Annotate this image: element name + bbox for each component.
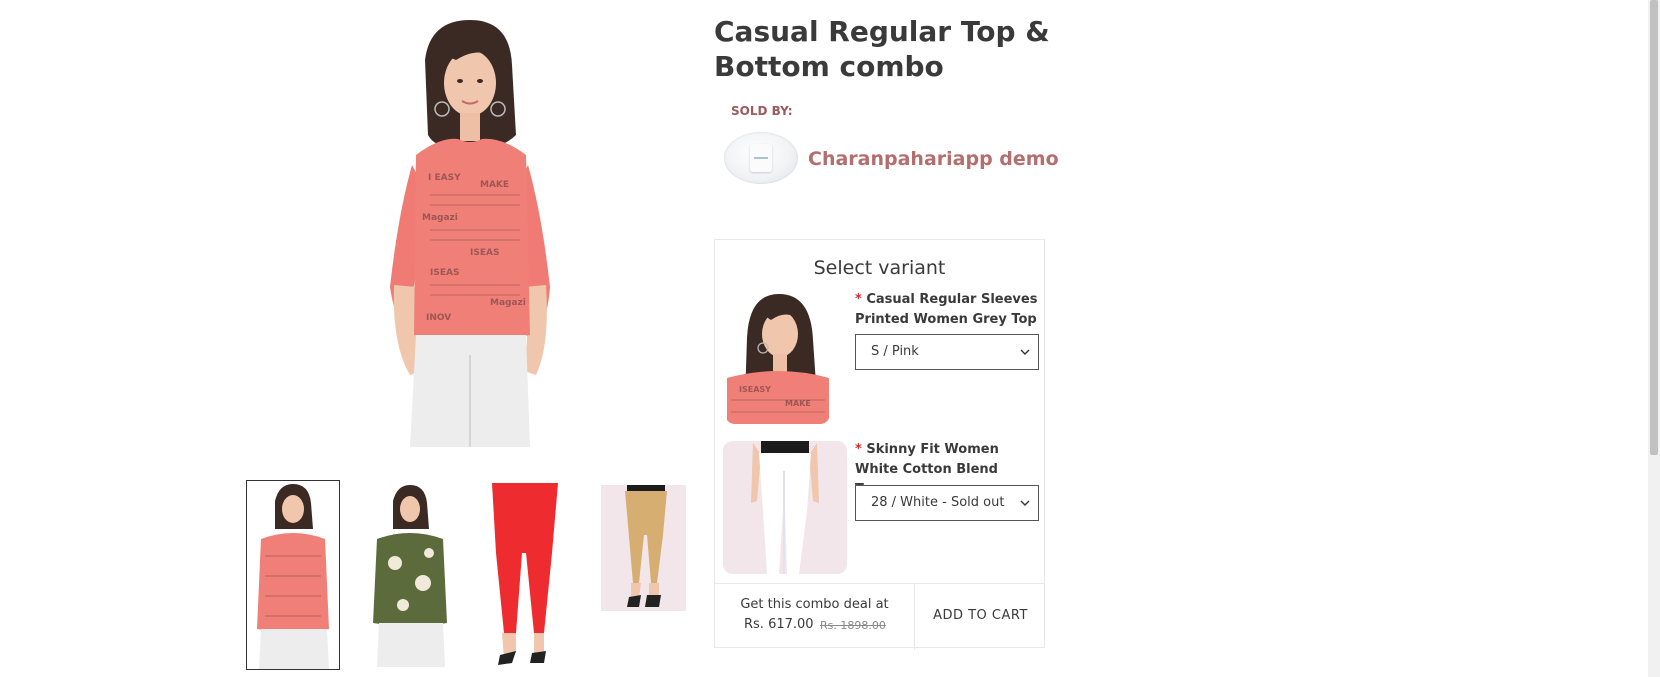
svg-text:ISEASY: ISEASY xyxy=(739,385,771,394)
chevron-down-icon xyxy=(1020,349,1030,355)
combo-deal-row: Get this combo deal at Rs. 617.00 Rs. 18… xyxy=(715,583,1044,650)
combo-price: Rs. 617.00 xyxy=(744,617,814,632)
svg-text:INOV: INOV xyxy=(426,313,451,323)
thumbnail-pink-top[interactable] xyxy=(246,480,340,670)
add-to-cart-button[interactable]: ADD TO CART xyxy=(915,584,1046,650)
thumbnail-green-top[interactable] xyxy=(367,483,452,667)
original-price: Rs. 1898.00 xyxy=(820,619,886,632)
svg-text:I EASY: I EASY xyxy=(428,173,461,183)
shopping-bag-icon xyxy=(750,144,772,172)
thumbnail-beige-trousers[interactable] xyxy=(601,485,686,611)
svg-text:ISEAS: ISEAS xyxy=(430,268,459,278)
svg-text:ISEAS: ISEAS xyxy=(470,248,499,258)
combo-deal-info: Get this combo deal at Rs. 617.00 Rs. 18… xyxy=(715,584,915,650)
seller-name-link[interactable]: Charanpahariapp demo xyxy=(808,148,1059,170)
svg-text:MAKE: MAKE xyxy=(480,180,509,190)
variant-name: Casual Regular Sleeves Printed Women Gre… xyxy=(855,292,1038,327)
chevron-down-icon xyxy=(1020,500,1030,506)
variant-image-top: ISEASY MAKE xyxy=(725,288,830,424)
variant-select-trousers[interactable]: 28 / White - Sold out xyxy=(855,485,1039,521)
variant-image-trousers xyxy=(723,441,847,574)
required-mark: * xyxy=(855,442,862,457)
select-value: S / Pink xyxy=(871,344,919,359)
required-mark: * xyxy=(855,292,862,307)
sold-by-label: SOLD BY: xyxy=(731,104,793,118)
svg-text:Magazi: Magazi xyxy=(490,298,526,308)
scrollbar-thumb[interactable] xyxy=(1650,0,1658,455)
variant-select-top[interactable]: S / Pink xyxy=(855,334,1039,370)
page-scrollbar[interactable] xyxy=(1648,0,1660,677)
variant-label-top: * Casual Regular Sleeves Printed Women G… xyxy=(855,290,1045,330)
variant-selector-panel: Select variant ISEASY MAKE * Casual Regu… xyxy=(714,239,1045,650)
combo-deal-text: Get this combo deal at xyxy=(740,597,889,612)
svg-text:Magazi: Magazi xyxy=(422,213,458,223)
variant-heading: Select variant xyxy=(813,257,946,279)
seller-logo[interactable] xyxy=(724,132,798,184)
select-value: 28 / White - Sold out xyxy=(871,495,1005,510)
product-title: Casual Regular Top & Bottom combo xyxy=(714,15,1050,83)
main-product-image[interactable]: I EASY MAKE Magazi ISEAS ISEAS Magazi IN… xyxy=(370,15,570,447)
thumbnail-red-trousers[interactable] xyxy=(482,483,566,669)
